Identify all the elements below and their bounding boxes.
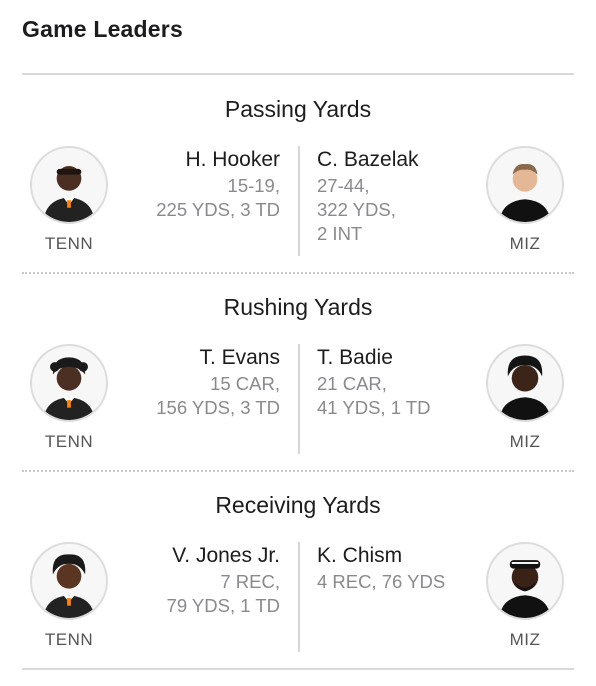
stat-line: 156 YDS, 3 TD [156, 397, 280, 418]
player-name-left[interactable]: H. Hooker [185, 148, 280, 172]
section-title: Passing Yards [224, 96, 372, 122]
top-divider [22, 73, 574, 75]
player-headshot-jones[interactable] [30, 542, 108, 620]
player-stats-left: 15-19, 225 YDS, 3 TD [156, 174, 280, 222]
leader-section-receiving[interactable]: Receiving Yards TENN V. Jones Jr. 7 REC,… [0, 472, 596, 670]
stat-line: 4 REC, 76 YDS [317, 571, 446, 592]
player-stats-left: 15 CAR, 156 YDS, 3 TD [156, 372, 280, 420]
section-title: Receiving Yards [215, 492, 381, 518]
stat-line: 15 CAR, [210, 373, 280, 394]
stat-line: 2 INT [317, 223, 363, 244]
team-label-tenn: TENN [44, 234, 94, 253]
player-name-right[interactable]: C. Bazelak [317, 148, 419, 172]
page-title: Game Leaders [22, 16, 183, 42]
player-stats-right: 27-44, 322 YDS, 2 INT [317, 174, 396, 246]
player-name-right[interactable]: T. Badie [317, 346, 393, 370]
player-headshot-hooker[interactable] [30, 146, 108, 224]
bottom-divider [22, 668, 574, 670]
player-stats-right: 4 REC, 76 YDS [317, 570, 445, 594]
column-divider [298, 344, 300, 454]
stat-line: 79 YDS, 1 TD [166, 595, 280, 616]
section-title: Rushing Yards [223, 294, 373, 320]
player-name-left[interactable]: V. Jones Jr. [172, 544, 280, 568]
player-name-left[interactable]: T. Evans [199, 346, 280, 370]
player-stats-left: 7 REC, 79 YDS, 1 TD [167, 570, 280, 618]
team-label-tenn: TENN [44, 630, 94, 649]
stat-line: 41 YDS, 1 TD [317, 397, 431, 418]
player-name-right[interactable]: K. Chism [317, 544, 402, 568]
stat-line: 21 CAR, [317, 373, 387, 394]
player-headshot-evans[interactable] [30, 344, 108, 422]
team-label-miz: MIZ [509, 630, 541, 649]
team-label-miz: MIZ [509, 432, 541, 451]
team-label-tenn: TENN [44, 432, 94, 451]
player-headshot-chism[interactable] [486, 542, 564, 620]
stat-line: 15-19, [227, 175, 280, 196]
stat-line: 27-44, [317, 175, 370, 196]
stat-line: 225 YDS, 3 TD [156, 199, 280, 220]
stat-line: 7 REC, [220, 571, 280, 592]
team-label-miz: MIZ [509, 234, 541, 253]
player-stats-right: 21 CAR, 41 YDS, 1 TD [317, 372, 430, 420]
stat-line: 322 YDS, [317, 199, 396, 220]
leader-section-rushing[interactable]: Rushing Yards TENN T. Evans 15 CAR, 156 … [0, 274, 596, 472]
player-headshot-badie[interactable] [486, 344, 564, 422]
leader-section-passing[interactable]: Passing Yards TENN H. Hooker 15-19, 225 … [0, 76, 596, 274]
column-divider [298, 146, 300, 256]
player-headshot-bazelak[interactable] [486, 146, 564, 224]
column-divider [298, 542, 300, 652]
game-leaders-card: Game Leaders Passing Yards TENN H. Hooke… [0, 0, 596, 686]
